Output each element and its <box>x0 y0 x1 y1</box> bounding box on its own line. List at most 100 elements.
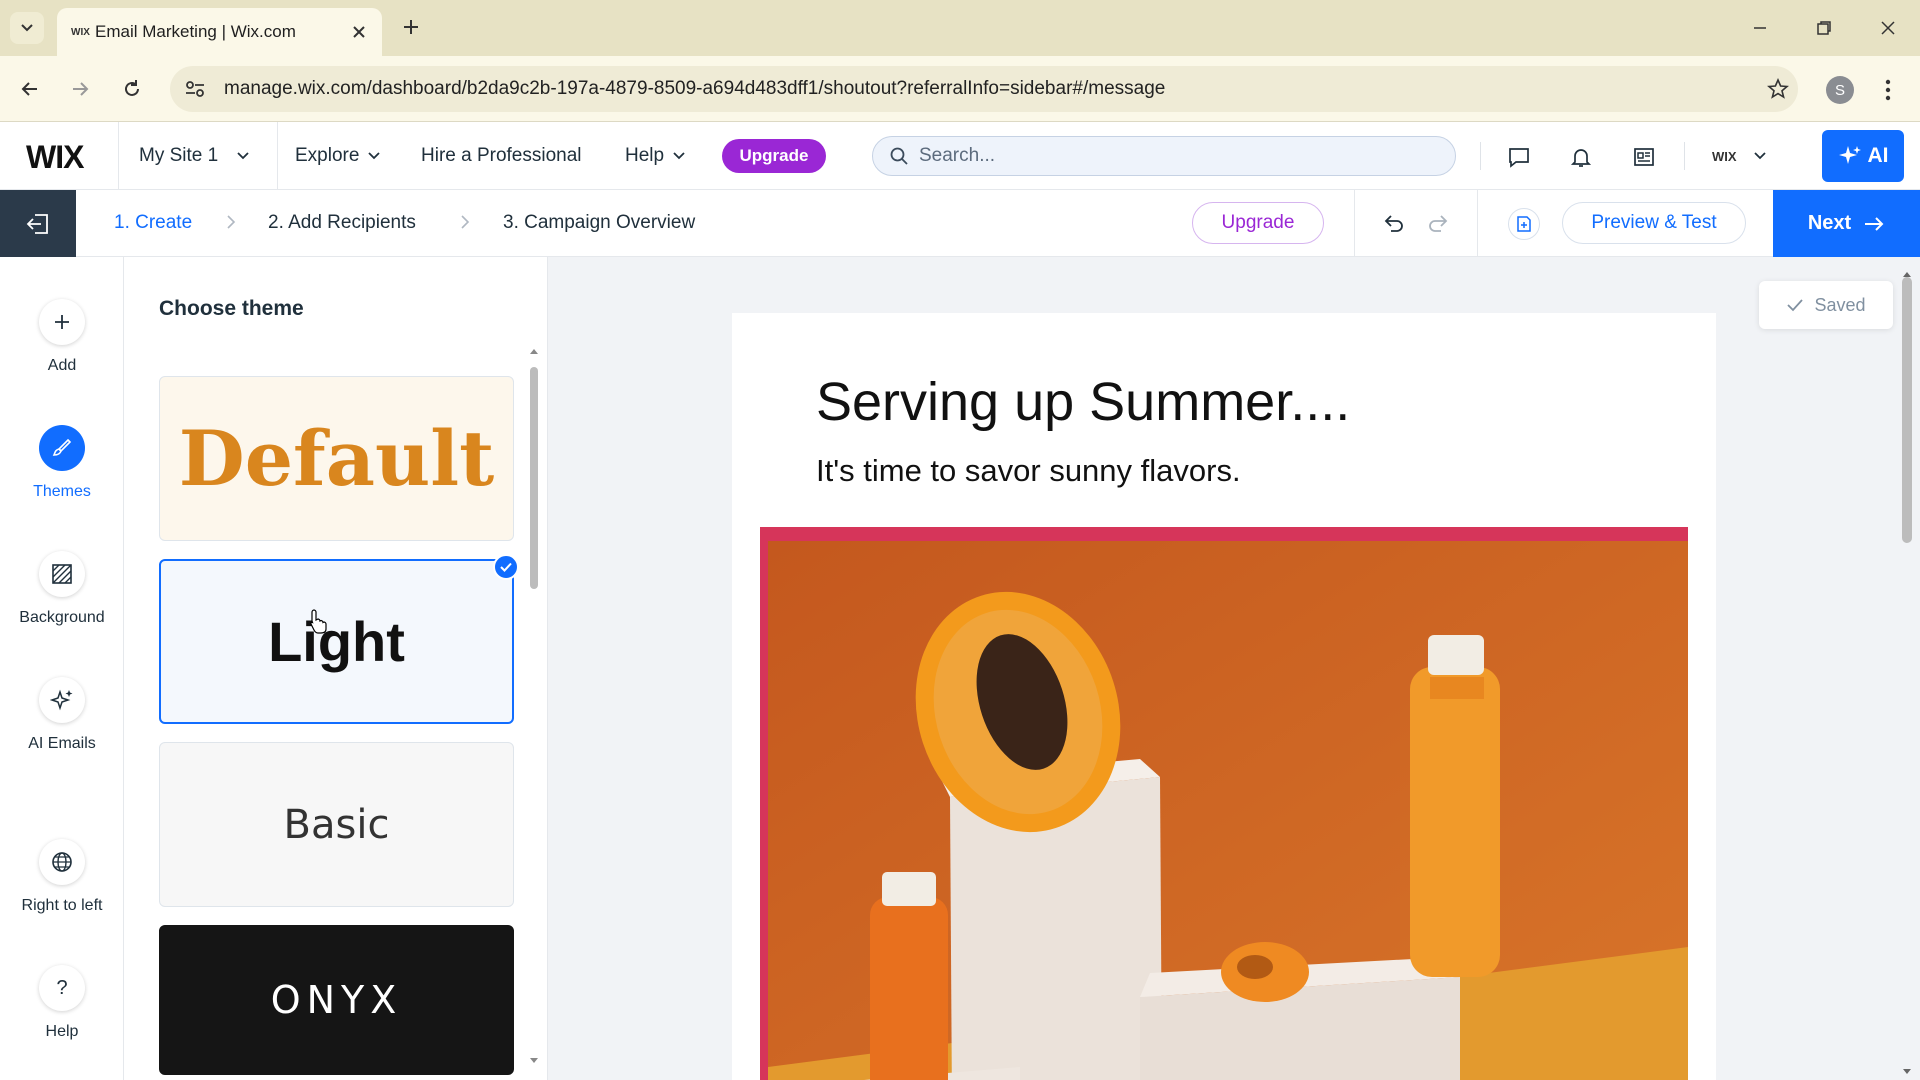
canvas-scroll-up[interactable] <box>1902 265 1914 277</box>
canvas-scrollbar-thumb[interactable] <box>1902 277 1912 543</box>
panel-scroll-down[interactable] <box>528 1057 540 1067</box>
messages-button[interactable] <box>1504 142 1534 172</box>
window-close-button[interactable] <box>1868 12 1908 44</box>
reload-icon <box>125 80 139 96</box>
forward-button[interactable] <box>64 73 96 105</box>
theme-card-light[interactable]: Light <box>159 559 514 724</box>
bookmark-button[interactable] <box>1758 78 1798 100</box>
chevron-down-icon <box>21 24 33 32</box>
email-canvas[interactable]: Serving up Summer.... It's time to savor… <box>548 257 1920 1080</box>
rail-label-add: Add <box>47 357 77 374</box>
nav-help-label: Help <box>625 145 665 166</box>
editor-side-rail: Add Themes Background AI Emails Right to… <box>0 257 124 1080</box>
canvas-scroll-down[interactable] <box>1902 1063 1914 1074</box>
search-input[interactable] <box>919 145 1419 167</box>
chevron-down-icon <box>673 152 685 160</box>
plus-icon <box>404 20 418 34</box>
rail-item-right-to-left[interactable]: Right to left <box>0 839 124 915</box>
profile-avatar[interactable]: S <box>1826 76 1854 104</box>
email-preview[interactable]: Serving up Summer.... It's time to savor… <box>732 313 1716 1080</box>
updates-button[interactable] <box>1629 142 1659 172</box>
url-text[interactable]: manage.wix.com/dashboard/b2da9c2b-197a-4… <box>224 78 1758 100</box>
saved-label: Saved <box>1814 294 1866 315</box>
next-button[interactable]: Next <box>1773 190 1920 257</box>
rail-item-help[interactable]: ? Help <box>0 965 124 1041</box>
step-create[interactable]: 1. Create <box>114 212 192 234</box>
panel-scroll-up[interactable] <box>528 347 540 357</box>
tab-close-button[interactable] <box>348 21 370 43</box>
address-bar[interactable]: manage.wix.com/dashboard/b2da9c2b-197a-4… <box>170 66 1798 112</box>
panel-title: Choose theme <box>159 297 304 320</box>
theme-label: Light <box>268 610 405 673</box>
theme-label: Basic <box>283 801 390 848</box>
rail-item-add[interactable]: Add <box>0 299 124 375</box>
campaign-step-bar: 1. Create 2. Add Recipients 3. Campaign … <box>0 190 1920 257</box>
browser-tab-bar: WIX Email Marketing | Wix.com <box>0 0 1920 56</box>
browser-menu-button[interactable] <box>1876 74 1900 106</box>
star-icon <box>1767 78 1789 99</box>
mouse-cursor-icon <box>308 608 328 639</box>
step-campaign-overview[interactable]: 3. Campaign Overview <box>503 212 695 234</box>
summer-drinks-photo <box>768 541 1688 1080</box>
caret-down-icon <box>530 1058 538 1063</box>
arrow-right-icon <box>1865 216 1884 231</box>
site-settings-icon[interactable] <box>184 79 206 99</box>
step-upgrade-button[interactable]: Upgrade <box>1192 202 1324 244</box>
rail-item-background[interactable]: Background <box>0 551 124 627</box>
arrow-left-icon <box>21 82 37 96</box>
undo-button[interactable] <box>1380 210 1408 238</box>
theme-card-default[interactable]: Default <box>159 376 514 541</box>
reload-button[interactable] <box>116 73 148 105</box>
plus-icon <box>55 315 69 329</box>
chevron-down-icon <box>1753 152 1766 160</box>
header-divider <box>1480 142 1481 170</box>
nav-help[interactable]: Help <box>625 122 686 190</box>
restore-icon <box>1817 21 1831 35</box>
more-vertical-icon <box>1885 79 1891 101</box>
test-email-button[interactable] <box>1508 208 1540 240</box>
exit-editor-button[interactable] <box>0 190 76 257</box>
nav-hire-professional[interactable]: Hire a Professional <box>421 122 582 190</box>
nav-explore-label: Explore <box>295 145 360 166</box>
toolbar-divider <box>1354 190 1355 257</box>
brush-icon <box>52 438 72 456</box>
bell-icon <box>1570 149 1592 167</box>
account-menu[interactable]: WIX <box>1712 122 1767 190</box>
chevron-right-icon <box>461 215 470 229</box>
rail-item-themes[interactable]: Themes <box>0 425 124 501</box>
header-upgrade-button[interactable]: Upgrade <box>722 139 826 173</box>
site-selector[interactable]: My Site 1 <box>118 122 278 190</box>
ai-assistant-button[interactable]: AI <box>1822 130 1904 182</box>
wix-favicon-icon: WIX <box>71 26 90 38</box>
email-hero-image[interactable] <box>760 527 1688 1080</box>
next-label: Next <box>1807 212 1852 234</box>
step-add-recipients[interactable]: 2. Add Recipients <box>268 212 416 234</box>
theme-card-onyx[interactable]: ONYX <box>159 925 514 1075</box>
rail-label-ai-emails: AI Emails <box>28 735 96 752</box>
minimize-button[interactable] <box>1740 12 1780 44</box>
caret-down-icon <box>1903 1069 1911 1074</box>
redo-button[interactable] <box>1424 210 1452 238</box>
nav-explore[interactable]: Explore <box>295 122 381 190</box>
back-button[interactable] <box>14 73 46 105</box>
close-icon <box>353 26 365 38</box>
panel-scrollbar-thumb[interactable] <box>530 367 538 589</box>
document-add-icon <box>1517 216 1531 232</box>
new-tab-button[interactable] <box>398 14 424 40</box>
header-divider <box>1684 142 1685 170</box>
newspaper-icon <box>1634 148 1654 166</box>
rail-label-right-to-left: Right to left <box>21 897 103 914</box>
rail-item-ai-emails[interactable]: AI Emails <box>0 677 124 753</box>
notifications-button[interactable] <box>1566 142 1596 172</box>
wix-logo[interactable]: WIX <box>26 139 84 176</box>
preview-test-button[interactable]: Preview & Test <box>1562 202 1746 244</box>
email-headline[interactable]: Serving up Summer.... <box>816 371 1350 433</box>
tab-search-dropdown[interactable] <box>10 12 44 44</box>
theme-card-basic[interactable]: Basic <box>159 742 514 907</box>
choose-theme-panel: Choose theme Default Light Basic ONYX <box>124 257 548 1080</box>
caret-up-icon <box>530 349 538 354</box>
browser-tab[interactable]: WIX Email Marketing | Wix.com <box>57 8 382 56</box>
restore-button[interactable] <box>1804 12 1844 44</box>
header-search[interactable] <box>872 136 1456 176</box>
email-subheadline[interactable]: It's time to savor sunny flavors. <box>816 453 1241 489</box>
